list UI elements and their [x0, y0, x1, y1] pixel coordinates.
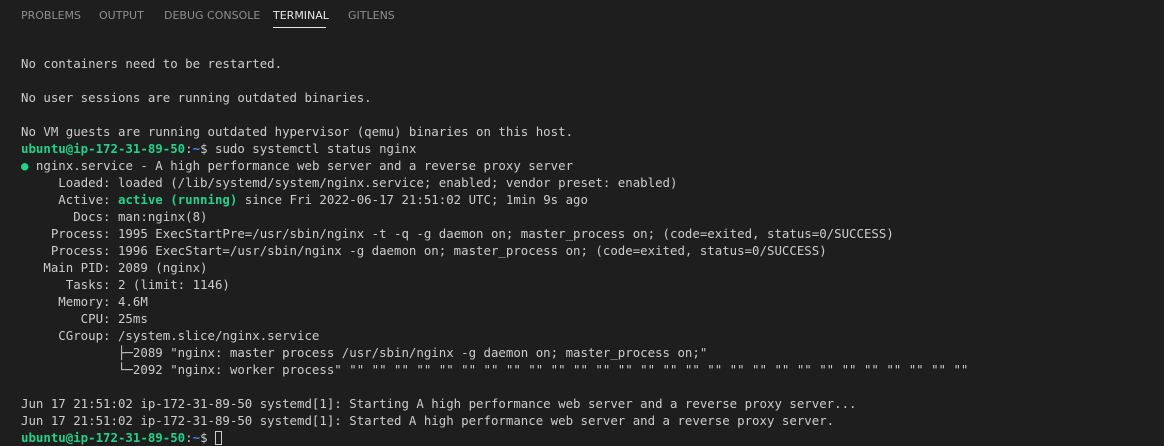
- service-title: nginx.service - A high performance web s…: [28, 158, 574, 173]
- prompt-line[interactable]: ubuntu@ip-172-31-89-50:~$: [21, 429, 1151, 446]
- prompt-separator: :: [185, 430, 193, 445]
- prompt-symbol: $: [200, 430, 215, 445]
- process-line: Process: 1995 ExecStartPre=/usr/sbin/ngi…: [21, 226, 894, 241]
- command-text: sudo systemctl status nginx: [214, 141, 417, 156]
- cgroup-child-line: └─2092 "nginx: worker process" "" "" "" …: [21, 362, 969, 377]
- tab-output[interactable]: OUTPUT: [99, 9, 144, 22]
- prompt-path: ~: [192, 141, 201, 156]
- tasks-line: Tasks: 2 (limit: 1146): [21, 277, 230, 292]
- terminal-line: No VM guests are running outdated hyperv…: [21, 124, 574, 139]
- cgroup-line: CGroup: /system.slice/nginx.service: [21, 328, 320, 343]
- terminal-line: No containers need to be restarted.: [21, 56, 283, 71]
- docs-line: Docs: man:nginx(8): [21, 209, 208, 224]
- active-since: since Fri 2022-06-17 21:51:02 UTC; 1min …: [237, 192, 588, 207]
- tab-debug-console[interactable]: DEBUG CONSOLE: [164, 9, 260, 22]
- active-tab-indicator: [273, 27, 326, 28]
- prompt-user-host: ubuntu@ip-172-31-89-50: [21, 430, 186, 445]
- prompt-symbol: $: [200, 141, 215, 156]
- memory-line: Memory: 4.6M: [21, 294, 148, 309]
- terminal-output[interactable]: No containers need to be restarted. No u…: [21, 55, 1151, 446]
- prompt-user-host: ubuntu@ip-172-31-89-50: [21, 141, 186, 156]
- tab-terminal[interactable]: TERMINAL: [273, 9, 329, 22]
- active-label: Active:: [21, 192, 118, 207]
- prompt-separator: :: [185, 141, 193, 156]
- panel-tab-bar: PROBLEMS OUTPUT DEBUG CONSOLE TERMINAL G…: [0, 0, 1164, 33]
- log-line: Jun 17 21:51:02 ip-172-31-89-50 systemd[…: [21, 413, 835, 428]
- main-pid-line: Main PID: 2089 (nginx): [21, 260, 208, 275]
- tab-problems[interactable]: PROBLEMS: [21, 9, 81, 22]
- cpu-line: CPU: 25ms: [21, 311, 148, 326]
- tab-gitlens[interactable]: GITLENS: [348, 9, 395, 22]
- log-line: Jun 17 21:51:02 ip-172-31-89-50 systemd[…: [21, 396, 857, 411]
- loaded-line: Loaded: loaded (/lib/systemd/system/ngin…: [21, 175, 678, 190]
- terminal-line: No user sessions are running outdated bi…: [21, 90, 372, 105]
- cgroup-child-line: ├─2089 "nginx: master process /usr/sbin/…: [21, 345, 708, 360]
- active-state: active (running): [117, 192, 238, 207]
- command-line: ubuntu@ip-172-31-89-50:~$ sudo systemctl…: [21, 140, 1151, 157]
- service-header-line: ● nginx.service - A high performance web…: [21, 157, 1151, 174]
- process-line: Process: 1996 ExecStart=/usr/sbin/nginx …: [21, 243, 827, 258]
- terminal-cursor[interactable]: [214, 431, 222, 445]
- active-line: Active: active (running) since Fri 2022-…: [21, 191, 1151, 208]
- prompt-path: ~: [192, 430, 201, 445]
